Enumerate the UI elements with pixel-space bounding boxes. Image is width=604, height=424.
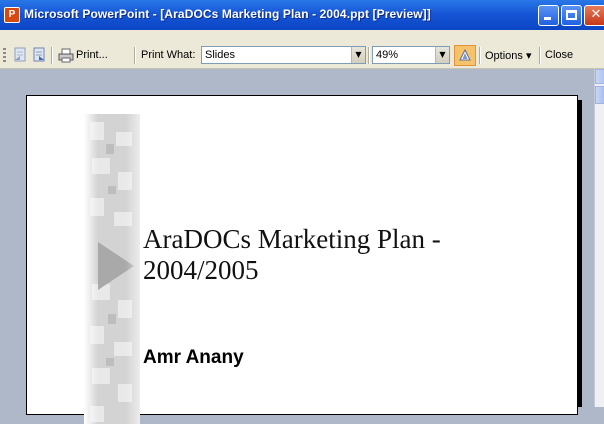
close-window-button[interactable]: ✕ [584,5,604,26]
close-icon: ✕ [590,7,602,22]
maximize-icon [566,10,577,20]
toolbar-separator [51,47,53,64]
minimize-icon [544,17,551,20]
print-button[interactable]: Print... [76,49,108,61]
slide-title-line-1: AraDOCs Marketing Plan - [143,224,441,254]
options-menu-button[interactable]: Options ▾ [485,49,532,62]
minimize-button[interactable] [538,5,559,26]
print-what-dropdown[interactable]: Slides ▼ [201,46,366,64]
close-preview-button[interactable]: Close [545,49,573,61]
chevron-down-icon[interactable]: ▼ [351,47,365,63]
grayscale-icon [459,49,471,61]
toolbar-separator [479,47,481,64]
maximize-button[interactable] [561,5,582,26]
color-grayscale-toggle-button[interactable] [454,45,476,66]
printer-icon[interactable] [58,47,74,63]
toolbar-separator [134,47,136,64]
toolbar-separator [368,47,370,64]
slide-author: Amr Anany [143,347,244,368]
toolbar-grip-icon[interactable] [3,48,6,63]
scroll-up-arrow-icon[interactable] [595,69,604,84]
slide-preview[interactable]: AraDOCs Marketing Plan - 2004/2005 Amr A… [26,95,578,424]
next-page-icon[interactable] [31,47,47,63]
chevron-down-icon: ▾ [525,50,532,62]
print-what-value: Slides [205,49,235,61]
toolbar-spacer [0,30,604,43]
window-title: Microsoft PowerPoint - [AraDOCs Marketin… [24,7,431,21]
previous-page-icon[interactable] [12,47,28,63]
print-preview-toolbar: Print... Print What: Slides ▼ 49% ▼ Opti… [0,43,604,69]
options-label: Options [485,50,523,62]
slide-shadow [578,100,582,407]
chevron-down-icon[interactable]: ▼ [435,47,449,63]
zoom-dropdown[interactable]: 49% ▼ [372,46,450,64]
filmstrip-arrow-graphic [84,114,140,424]
powerpoint-app-icon[interactable]: P [4,7,20,23]
vertical-scrollbar[interactable] [594,69,604,407]
print-what-label: Print What: [141,49,196,61]
slide-title-line-2: 2004/2005 [143,255,259,285]
title-bar[interactable]: P Microsoft PowerPoint - [AraDOCs Market… [0,0,604,30]
zoom-value: 49% [376,49,399,61]
scroll-thumb[interactable] [595,86,604,104]
slide-title: AraDOCs Marketing Plan - 2004/2005 [143,224,441,286]
toolbar-separator [539,47,541,64]
